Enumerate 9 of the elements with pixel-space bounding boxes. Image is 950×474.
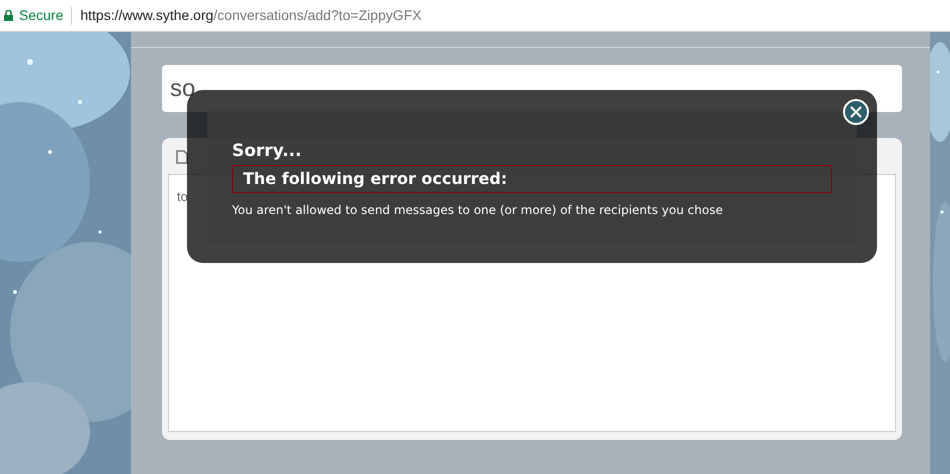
lock-icon [4,10,13,21]
url-text[interactable]: https://www.sythe.org/conversations/add?to=ZippyGFX [80,5,422,26]
dialog-heading: Sorry... [232,140,302,162]
error-message: You aren't allowed to send messages to one (or more) of the recipients you chose [232,202,724,219]
close-icon [850,106,862,118]
page-icon[interactable] [174,149,190,165]
security-label: Secure [19,6,64,25]
error-box: The following error occurred: [232,165,832,193]
close-button[interactable] [843,99,869,125]
